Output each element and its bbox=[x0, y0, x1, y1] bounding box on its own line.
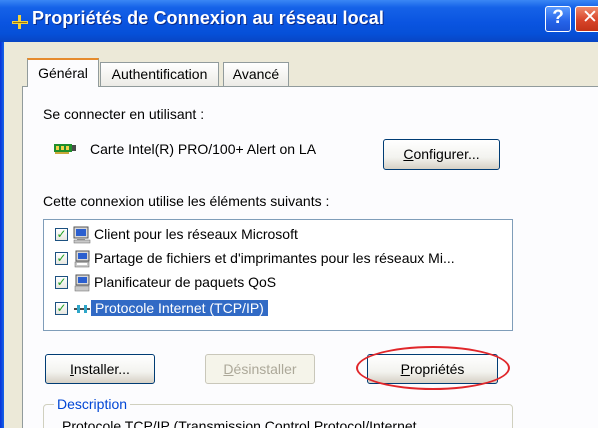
protocol-icon bbox=[74, 305, 90, 313]
help-button[interactable]: ? bbox=[545, 6, 571, 32]
list-item-qos[interactable]: ✓ Planificateur de paquets QoS bbox=[44, 272, 512, 294]
description-label: Description bbox=[54, 396, 131, 412]
dialog-window: Propriétés de Connexion au réseau local … bbox=[0, 0, 598, 428]
tab-avance[interactable]: Avancé bbox=[223, 62, 289, 86]
checkbox-client[interactable]: ✓ bbox=[55, 228, 68, 241]
checkbox-qos[interactable]: ✓ bbox=[55, 276, 68, 289]
configure-label: onfigurer... bbox=[413, 146, 480, 162]
checkbox-tcpip[interactable]: ✓ bbox=[55, 302, 68, 315]
annotation-circle bbox=[356, 346, 510, 390]
qos-scheduler-icon bbox=[74, 274, 90, 292]
install-label: nstaller... bbox=[73, 361, 130, 377]
network-client-icon bbox=[73, 226, 91, 244]
uninstall-label: ésinstaller bbox=[233, 361, 297, 377]
configure-button[interactable]: Configurer... bbox=[383, 139, 500, 170]
uninstall-button[interactable]: Désinstaller bbox=[205, 354, 315, 384]
network-connection-icon bbox=[12, 15, 28, 29]
window-title: Propriétés de Connexion au réseau local bbox=[32, 8, 385, 28]
window-border bbox=[0, 42, 4, 428]
install-button[interactable]: Installer... bbox=[45, 354, 155, 384]
tab-authentification[interactable]: Authentification bbox=[100, 62, 219, 86]
elements-label: Cette connexion utilise les éléments sui… bbox=[43, 193, 330, 209]
list-item-label: Planificateur de paquets QoS bbox=[94, 274, 277, 290]
list-item-file-sharing[interactable]: ✓ Partage de fichiers et d'imprimantes p… bbox=[44, 248, 512, 270]
connect-using-label: Se connecter en utilisant : bbox=[43, 106, 205, 122]
list-item-label: Partage de fichiers et d'imprimantes pou… bbox=[94, 250, 455, 266]
checkbox-file-sharing[interactable]: ✓ bbox=[55, 252, 68, 265]
components-list[interactable]: ✓ Client pour les réseaux Microsoft ✓ Pa… bbox=[43, 219, 513, 331]
tab-general[interactable]: Général bbox=[27, 58, 99, 87]
file-printer-sharing-icon bbox=[74, 250, 90, 268]
network-adapter-icon bbox=[54, 144, 76, 154]
description-text: Protocole TCP/IP (Transmission Control P… bbox=[62, 418, 417, 428]
list-item-label: Protocole Internet (TCP/IP) bbox=[91, 300, 268, 316]
list-item-client[interactable]: ✓ Client pour les réseaux Microsoft bbox=[44, 224, 512, 246]
list-item-tcpip[interactable]: ✓ Protocole Internet (TCP/IP) bbox=[44, 298, 512, 320]
uninstall-accel: D bbox=[223, 361, 234, 377]
title-bar[interactable]: Propriétés de Connexion au réseau local … bbox=[0, 0, 598, 42]
close-button[interactable]: ✕ bbox=[575, 6, 598, 32]
configure-accel: C bbox=[403, 146, 414, 162]
adapter-name: Carte Intel(R) PRO/100+ Alert on LA bbox=[90, 141, 317, 157]
list-item-label: Client pour les réseaux Microsoft bbox=[94, 226, 298, 242]
